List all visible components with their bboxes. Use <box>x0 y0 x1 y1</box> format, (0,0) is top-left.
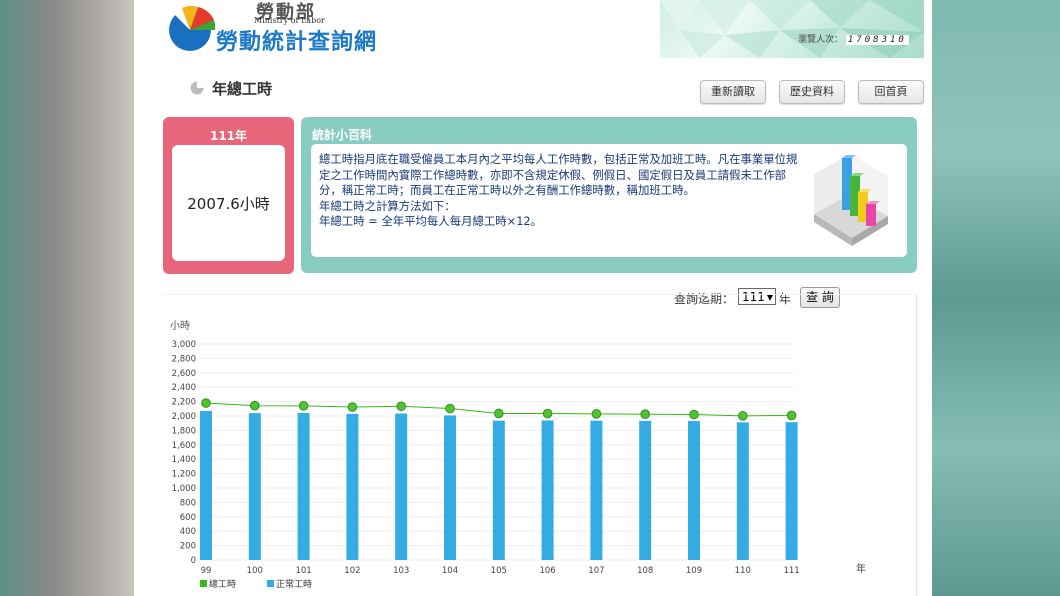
x-tick-label: 102 <box>344 566 360 576</box>
visitors-count: 1708310 <box>845 35 909 45</box>
bar-109 <box>688 421 700 560</box>
year-value-panel: 2007.6小時 <box>172 145 285 261</box>
point-102 <box>347 402 358 412</box>
legend-total: 總工時 <box>209 578 236 590</box>
point-111 <box>786 410 797 421</box>
x-tick-label: 110 <box>735 566 751 576</box>
reload-button[interactable]: 重新讀取 <box>700 80 766 104</box>
point-105 <box>494 408 504 419</box>
x-tick-label: 108 <box>637 566 653 576</box>
logo-icon[interactable] <box>168 4 218 52</box>
info-panel: 總工時指月底在職受僱員工本月內之平均每人工作時數，包括正常及加班工時。凡在事業單… <box>311 144 907 257</box>
y-tick-label: 1,800 <box>172 426 196 436</box>
y-tick-label: 0 <box>191 556 196 566</box>
visitors-label: 瀏覽人次： <box>798 35 844 45</box>
home-button[interactable]: 回首頁 <box>858 80 924 104</box>
history-button[interactable]: 歷史資料 <box>779 80 845 104</box>
y-tick-label: 200 <box>180 542 196 552</box>
bar-108 <box>639 420 652 560</box>
site-name[interactable]: 勞動統計查詢網 <box>216 24 377 56</box>
visitor-counter: 瀏覽人次： 1708310 <box>798 32 909 45</box>
page: 勞動部 Ministry of Labor 勞動統計查詢網 瀏覽人次： 1708… <box>134 0 932 596</box>
x-tick-label: 101 <box>295 566 311 576</box>
info-title: 統計小百科 <box>312 128 373 142</box>
page-title: 年總工時 <box>212 80 273 98</box>
header-decoration <box>660 0 924 58</box>
working-hours-chart: 小時 0 200 400 600 800 1,000 1,200 1,400 1,600 1,800… <box>170 320 866 590</box>
x-axis-title: 年 <box>856 562 866 575</box>
x-tick-label: 106 <box>539 566 555 576</box>
y-tick-label: 1,200 <box>172 470 196 480</box>
info-paragraph-2: 年總工時之計算方法如下： <box>319 198 456 213</box>
y-axis-title: 小時 <box>170 320 190 332</box>
point-107 <box>591 409 602 419</box>
legend-swatch-regular <box>267 580 274 587</box>
x-tick-label: 99 <box>201 566 212 576</box>
bar-99 <box>200 410 212 560</box>
bar-110 <box>736 422 749 560</box>
statistics-info-card: 統計小百科 總工時指月底在職受僱員工本月內之平均每人工作時數，包括正常及加班工時… <box>301 117 917 273</box>
point-103 <box>396 401 406 412</box>
year-label: 111年 <box>209 129 248 143</box>
legend-swatch-total <box>200 580 207 587</box>
x-tick-label: 100 <box>247 566 263 576</box>
pie-chart-icon <box>190 81 204 95</box>
bar-105 <box>492 420 505 560</box>
x-tick-label: 107 <box>588 566 604 576</box>
x-tick-label: 103 <box>393 566 409 576</box>
y-tick-label: 2,600 <box>172 369 196 379</box>
legend-regular: 正常工時 <box>276 578 312 590</box>
info-paragraph-1: 總工時指月底在職受僱員工本月內之平均每人工作時數，包括正常及加班工時。凡在事業單… <box>319 152 798 198</box>
y-tick-label: 800 <box>180 498 196 508</box>
y-tick-label: 3,000 <box>172 340 196 350</box>
point-108 <box>640 409 651 419</box>
bar-chart-3d-icon <box>814 154 888 246</box>
y-tick-label: 1,000 <box>172 484 196 494</box>
y-tick-label: 600 <box>180 513 196 523</box>
point-99 <box>201 398 211 408</box>
bar-102 <box>346 413 359 560</box>
year-total-hours: 2007.6小時 <box>187 195 270 213</box>
year-summary-card: 111年 2007.6小時 <box>163 117 294 274</box>
y-tick-label: 2,200 <box>172 398 196 408</box>
point-106 <box>542 408 553 419</box>
info-paragraph-3: 年總工時 = 全年平均每人每月總工時×12。 <box>319 214 543 229</box>
y-tick-label: 1,600 <box>172 441 196 451</box>
point-100 <box>250 400 260 411</box>
bar-111 <box>785 422 798 560</box>
x-tick-label: 104 <box>442 566 458 576</box>
point-109 <box>689 409 699 420</box>
bar-101 <box>297 412 310 560</box>
chart-container: 小時 0 200 400 600 800 1,000 1,200 1,400 1,600 1,800… <box>162 294 917 596</box>
info-text: 總工時指月底在職受僱員工本月內之平均每人工作時數，包括正常及加班工時。凡在事業單… <box>319 152 799 230</box>
bar-107 <box>590 420 603 560</box>
x-tick-label: 111 <box>783 566 799 576</box>
y-tick-label: 400 <box>180 527 196 537</box>
background-right <box>932 0 1060 596</box>
bar-103 <box>395 413 408 560</box>
bar-100 <box>248 413 261 560</box>
x-tick-label: 109 <box>686 566 702 576</box>
bar-106 <box>541 420 554 560</box>
bar-104 <box>444 415 456 560</box>
y-tick-label: 2,800 <box>172 354 196 364</box>
y-tick-label: 1,400 <box>172 455 196 465</box>
point-110 <box>738 411 748 421</box>
y-tick-label: 2,000 <box>172 412 196 422</box>
point-101 <box>298 401 309 411</box>
point-104 <box>445 403 455 414</box>
background-left <box>0 0 134 596</box>
x-tick-label: 105 <box>491 566 507 576</box>
y-tick-label: 2,400 <box>172 383 196 393</box>
